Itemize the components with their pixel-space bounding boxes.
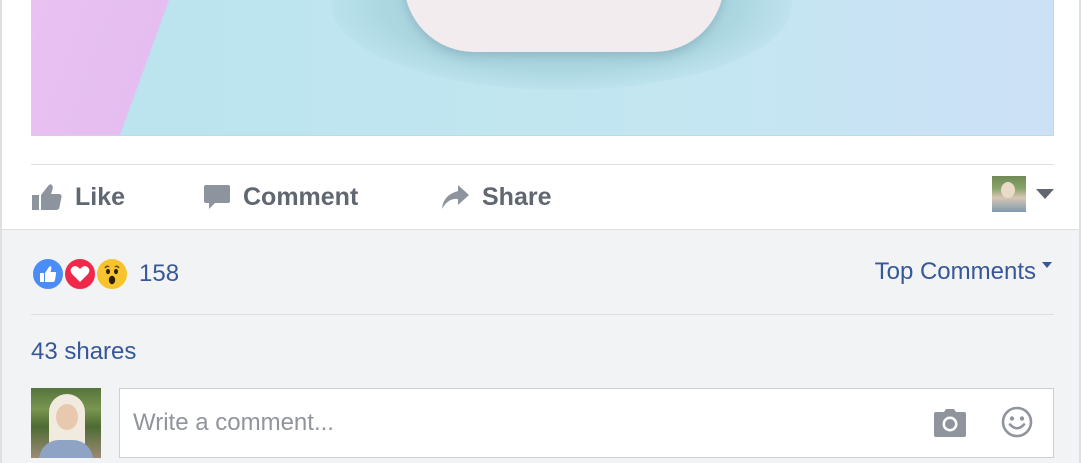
post-card: Like Comment Share 158 Top Comments 43 s… bbox=[0, 0, 1081, 463]
reactions-summary[interactable]: 158 bbox=[31, 256, 179, 292]
caret-down-icon bbox=[1042, 262, 1052, 268]
heart-reaction-icon bbox=[63, 257, 97, 291]
comment-sort-dropdown[interactable]: Top Comments bbox=[875, 258, 1052, 286]
comment-input-box[interactable] bbox=[119, 388, 1054, 458]
like-label: Like bbox=[75, 182, 126, 211]
image-tint bbox=[793, 0, 1053, 135]
comment-composer bbox=[31, 388, 1054, 458]
like-reaction-icon bbox=[31, 257, 65, 291]
comment-bubble-icon bbox=[203, 183, 231, 211]
share-button[interactable]: Share bbox=[440, 165, 551, 229]
shares-count-link[interactable]: 43 shares bbox=[31, 338, 136, 366]
sort-label: Top Comments bbox=[874, 258, 1036, 285]
divider bbox=[31, 314, 1054, 315]
post-action-bar: Like Comment Share bbox=[31, 165, 1054, 229]
wow-reaction-icon bbox=[95, 257, 129, 291]
image-pink-shape bbox=[32, 0, 177, 135]
comment-input[interactable] bbox=[120, 389, 900, 457]
camera-icon[interactable] bbox=[933, 409, 967, 437]
user-avatar[interactable] bbox=[31, 388, 101, 458]
chevron-down-icon bbox=[1036, 189, 1054, 199]
comment-button[interactable]: Comment bbox=[203, 165, 358, 229]
emoji-icon[interactable] bbox=[1001, 406, 1033, 438]
share-arrow-icon bbox=[440, 184, 470, 210]
thumbs-up-icon bbox=[31, 183, 63, 211]
share-label: Share bbox=[482, 182, 552, 211]
comment-label: Comment bbox=[243, 182, 359, 211]
avatar bbox=[992, 176, 1026, 212]
post-image[interactable] bbox=[31, 0, 1054, 136]
react-as-selector[interactable] bbox=[992, 176, 1054, 212]
image-object bbox=[404, 0, 724, 52]
comments-section: 158 Top Comments 43 shares bbox=[2, 229, 1079, 463]
like-button[interactable]: Like bbox=[31, 165, 125, 229]
reaction-count[interactable]: 158 bbox=[139, 260, 179, 288]
